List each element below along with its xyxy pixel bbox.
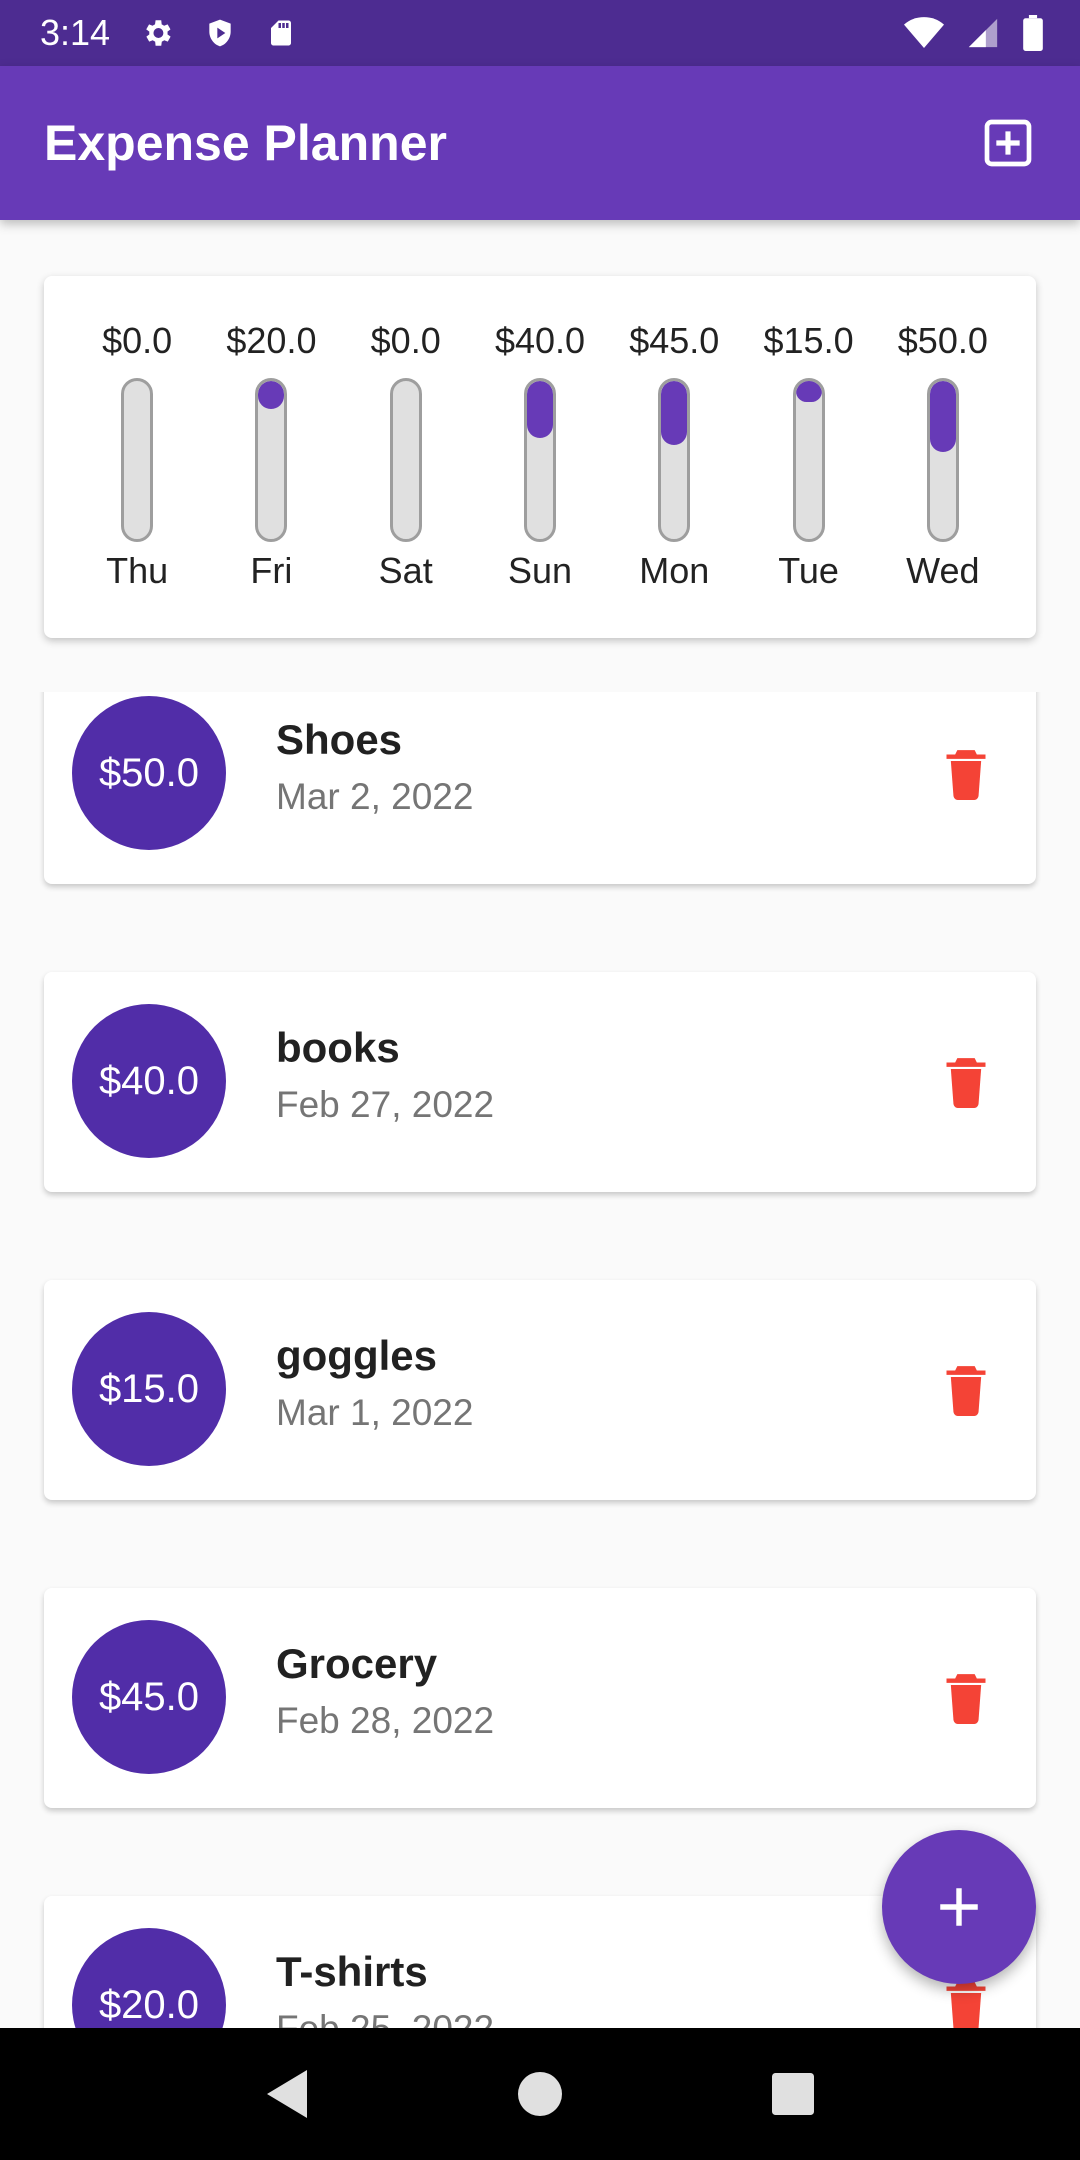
add-box-icon bbox=[984, 119, 1032, 167]
delete-button[interactable] bbox=[936, 1666, 996, 1730]
home-button[interactable] bbox=[500, 2054, 580, 2134]
transaction-date: Feb 28, 2022 bbox=[276, 1700, 495, 1741]
add-fab-button[interactable] bbox=[882, 1830, 1036, 1984]
chart-amount-label: $50.0 bbox=[897, 320, 988, 361]
amount-avatar: $20.0 bbox=[72, 1928, 226, 2028]
chart-bar bbox=[929, 381, 956, 452]
status-time: 3:14 bbox=[40, 12, 111, 53]
status-left: 3:14 bbox=[40, 12, 296, 54]
chart-bar-track bbox=[792, 378, 825, 542]
app-bar: Expense Planner bbox=[0, 66, 1080, 220]
add-expense-button[interactable] bbox=[978, 113, 1038, 173]
transaction-date: Feb 27, 2022 bbox=[276, 1084, 495, 1125]
back-icon bbox=[266, 2070, 307, 2118]
wifi-icon bbox=[904, 16, 944, 50]
chart-amount-label: $0.0 bbox=[370, 320, 441, 361]
chart-bar bbox=[258, 381, 285, 409]
amount-avatar: $50.0 bbox=[72, 696, 226, 850]
chart-bar-track bbox=[658, 378, 691, 542]
gear-icon bbox=[140, 16, 174, 50]
chart-column: $40.0 Sun bbox=[475, 316, 605, 594]
chart-bar bbox=[526, 381, 553, 438]
home-icon bbox=[517, 2072, 562, 2116]
transaction-item[interactable]: $45.0 Grocery Feb 28, 2022 bbox=[44, 1588, 1036, 1808]
chart-day-label: Mon bbox=[639, 550, 710, 591]
trash-icon bbox=[946, 1674, 986, 1724]
chart-amount-label: $0.0 bbox=[102, 320, 173, 361]
chart-amount-label: $45.0 bbox=[629, 320, 720, 361]
navigation-bar bbox=[0, 2028, 1080, 2160]
app-title: Expense Planner bbox=[44, 115, 447, 171]
shield-icon bbox=[204, 16, 236, 50]
battery-icon bbox=[1022, 15, 1044, 51]
delete-button[interactable] bbox=[936, 1358, 996, 1422]
transaction-date: Feb 25, 2022 bbox=[276, 2008, 494, 2028]
transaction-title: Shoes bbox=[276, 716, 403, 763]
transaction-date: Mar 2, 2022 bbox=[276, 776, 474, 817]
chart-bar-track bbox=[255, 378, 288, 542]
cell-signal-icon bbox=[966, 16, 1000, 50]
chart-amount-label: $20.0 bbox=[226, 320, 317, 361]
chart-column: $45.0 Mon bbox=[609, 316, 739, 594]
chart-bar bbox=[661, 381, 688, 445]
chart-bar-track bbox=[121, 378, 154, 542]
chart-day-label: Thu bbox=[106, 550, 169, 591]
chart-column: $50.0 Wed bbox=[878, 316, 1008, 594]
trash-icon bbox=[946, 750, 986, 800]
chart-column: $20.0 Fri bbox=[206, 316, 336, 594]
plus-icon bbox=[940, 1888, 978, 1926]
sd-card-icon bbox=[266, 16, 296, 50]
delete-button[interactable] bbox=[936, 742, 996, 806]
trash-icon bbox=[946, 1366, 986, 1416]
chart-day-label: Sun bbox=[507, 550, 573, 591]
trash-icon bbox=[946, 1058, 986, 1108]
chart-bar-track bbox=[926, 378, 959, 542]
transaction-list[interactable]: $50.0 Shoes Mar 2, 2022 $40.0 books Feb 27, 2… bbox=[0, 692, 1080, 2028]
chart-bar bbox=[795, 381, 822, 402]
transaction-date: Mar 1, 2022 bbox=[276, 1392, 474, 1433]
screen: 3:14 Expense Planner $0.0 Thu $20.0 Fri … bbox=[0, 0, 1080, 2160]
status-right bbox=[904, 15, 1044, 51]
amount-avatar: $45.0 bbox=[72, 1620, 226, 1774]
transaction-item[interactable]: $50.0 Shoes Mar 2, 2022 bbox=[44, 692, 1036, 884]
chart-amount-label: $15.0 bbox=[763, 320, 854, 361]
chart-column: $15.0 Tue bbox=[744, 316, 874, 594]
recents-button[interactable] bbox=[753, 2054, 833, 2134]
transaction-title: goggles bbox=[276, 1332, 438, 1379]
back-button[interactable] bbox=[247, 2054, 327, 2134]
chart-bar-track bbox=[523, 378, 556, 542]
chart-day-label: Wed bbox=[906, 550, 980, 591]
status-bar: 3:14 bbox=[0, 0, 1080, 66]
transaction-item[interactable]: $40.0 books Feb 27, 2022 bbox=[44, 972, 1036, 1192]
amount-avatar: $15.0 bbox=[72, 1312, 226, 1466]
chart-day-label: Sat bbox=[378, 550, 433, 591]
trash-icon bbox=[946, 1982, 986, 2028]
chart-day-label: Fri bbox=[250, 550, 293, 591]
transaction-title: Grocery bbox=[276, 1640, 438, 1687]
chart-column: $0.0 Thu bbox=[72, 316, 202, 594]
transaction-title: books bbox=[276, 1024, 400, 1071]
weekly-chart-card: $0.0 Thu $20.0 Fri $0.0 Sat $40.0 Sun $45.0 Mon $1… bbox=[44, 276, 1036, 638]
chart-day-label: Tue bbox=[778, 550, 839, 591]
recents-icon bbox=[772, 2073, 815, 2115]
amount-avatar: $40.0 bbox=[72, 1004, 226, 1158]
transaction-title: T-shirts bbox=[276, 1948, 428, 1995]
delete-button[interactable] bbox=[936, 1050, 996, 1114]
transaction-item[interactable]: $15.0 goggles Mar 1, 2022 bbox=[44, 1280, 1036, 1500]
chart-amount-label: $40.0 bbox=[494, 320, 586, 361]
chart-column: $0.0 Sat bbox=[341, 316, 471, 594]
chart-bar-track bbox=[389, 378, 422, 542]
